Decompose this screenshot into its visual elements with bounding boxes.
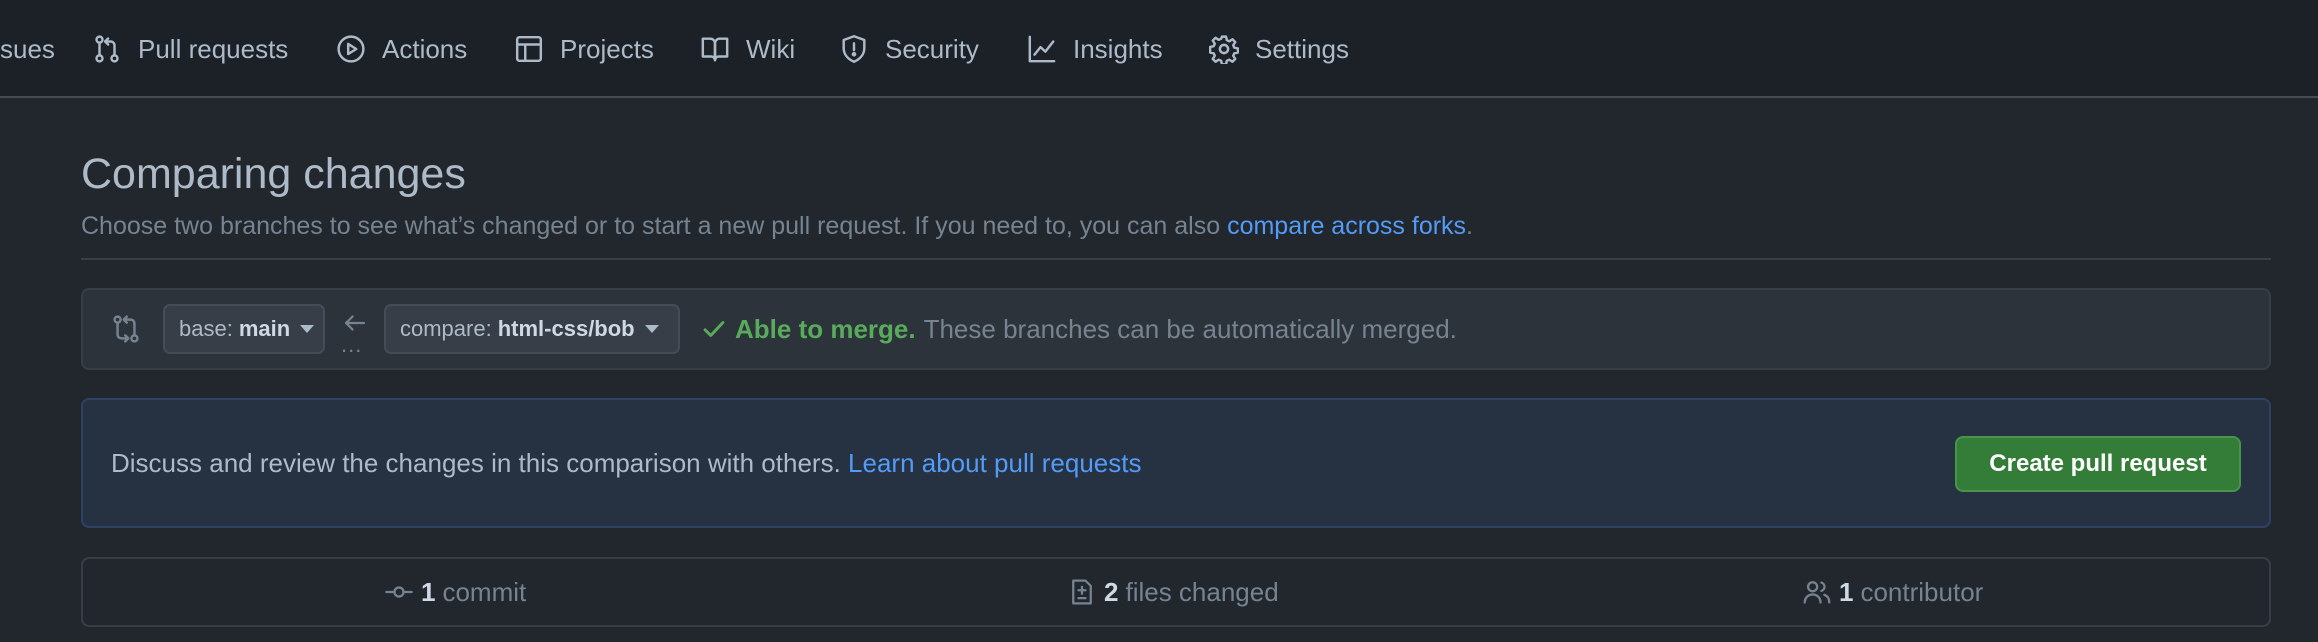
- contributors-count: 1: [1839, 576, 1854, 607]
- file-diff-icon: [1072, 579, 1092, 605]
- play-icon: [336, 34, 366, 64]
- files-changed-count: 2: [1104, 576, 1119, 607]
- tab-security[interactable]: Security: [839, 0, 979, 98]
- compare-branch-name: html-css/bob: [497, 316, 635, 341]
- tab-insights[interactable]: Insights: [1027, 0, 1163, 98]
- base-prefix: base:: [179, 316, 233, 341]
- header-divider: [81, 258, 2271, 260]
- discuss-box: Discuss and review the changes in this c…: [81, 398, 2271, 528]
- table-icon: [514, 34, 544, 64]
- compare-across-forks-link[interactable]: compare across forks: [1227, 212, 1466, 240]
- check-icon: [703, 321, 725, 337]
- merge-status: Able to merge. These branches can be aut…: [701, 290, 1457, 368]
- discuss-text: Discuss and review the changes in this c…: [111, 447, 841, 478]
- page-description: Choose two branches to see what’s change…: [81, 210, 1473, 242]
- base-branch-name: main: [238, 316, 291, 341]
- nav-label-projects: Projects: [560, 33, 654, 64]
- nav-label-wiki: Wiki: [746, 33, 796, 64]
- summary-bar: 1 commit 2 files changed 1 contributor: [81, 557, 2271, 627]
- nav-label-issues: sues: [0, 33, 55, 64]
- git-compare-icon: [111, 314, 141, 344]
- repo-nav: sues Pull requests Actions Projects Wiki…: [0, 0, 2318, 98]
- description-text: Choose two branches to see what’s change…: [81, 212, 1221, 240]
- nav-label-pull-requests: Pull requests: [138, 33, 289, 64]
- commits-summary[interactable]: 1 commit: [385, 559, 526, 625]
- base-branch-select[interactable]: base: main: [163, 304, 325, 354]
- tab-settings[interactable]: Settings: [1209, 0, 1349, 98]
- shield-icon: [839, 34, 869, 64]
- tab-issues[interactable]: sues: [0, 0, 55, 98]
- merge-status-label: Able to merge.: [735, 313, 916, 344]
- book-icon: [700, 34, 730, 64]
- range-dots: ...: [341, 332, 363, 357]
- caret-down-icon: [644, 325, 659, 333]
- tab-projects[interactable]: Projects: [514, 0, 654, 98]
- compare-prefix: compare:: [400, 316, 492, 341]
- files-changed-label: files changed: [1125, 576, 1279, 607]
- discuss-text-row: Discuss and review the changes in this c…: [111, 400, 1141, 526]
- nav-label-actions: Actions: [382, 33, 468, 64]
- caret-down-icon: [300, 325, 315, 333]
- range-editor: base: main ... compare: html-css/bob Abl…: [81, 288, 2271, 370]
- commits-label: commit: [442, 576, 527, 607]
- nav-label-settings: Settings: [1255, 33, 1349, 64]
- nav-label-insights: Insights: [1073, 33, 1163, 64]
- description-period: .: [1466, 212, 1473, 240]
- files-changed-summary[interactable]: 2 files changed: [1068, 559, 1279, 625]
- contributors-label: contributor: [1860, 576, 1984, 607]
- people-icon: [1803, 581, 1831, 604]
- tab-pull-requests[interactable]: Pull requests: [92, 0, 288, 98]
- nav-label-security: Security: [885, 33, 979, 64]
- gear-icon: [1209, 34, 1239, 64]
- contributors-summary[interactable]: 1 contributor: [1803, 559, 1983, 625]
- learn-about-prs-link[interactable]: Learn about pull requests: [848, 448, 1141, 479]
- create-pull-request-button[interactable]: Create pull request: [1955, 436, 2241, 492]
- compare-branch-select[interactable]: compare: html-css/bob: [384, 304, 680, 354]
- tab-wiki[interactable]: Wiki: [700, 0, 795, 98]
- pull-request-icon: [92, 34, 122, 64]
- git-commit-icon: [385, 586, 413, 598]
- commits-count: 1: [421, 576, 436, 607]
- merge-status-message: These branches can be automatically merg…: [923, 313, 1457, 344]
- tab-actions[interactable]: Actions: [336, 0, 467, 98]
- page-title: Comparing changes: [81, 150, 466, 198]
- graph-icon: [1027, 34, 1057, 64]
